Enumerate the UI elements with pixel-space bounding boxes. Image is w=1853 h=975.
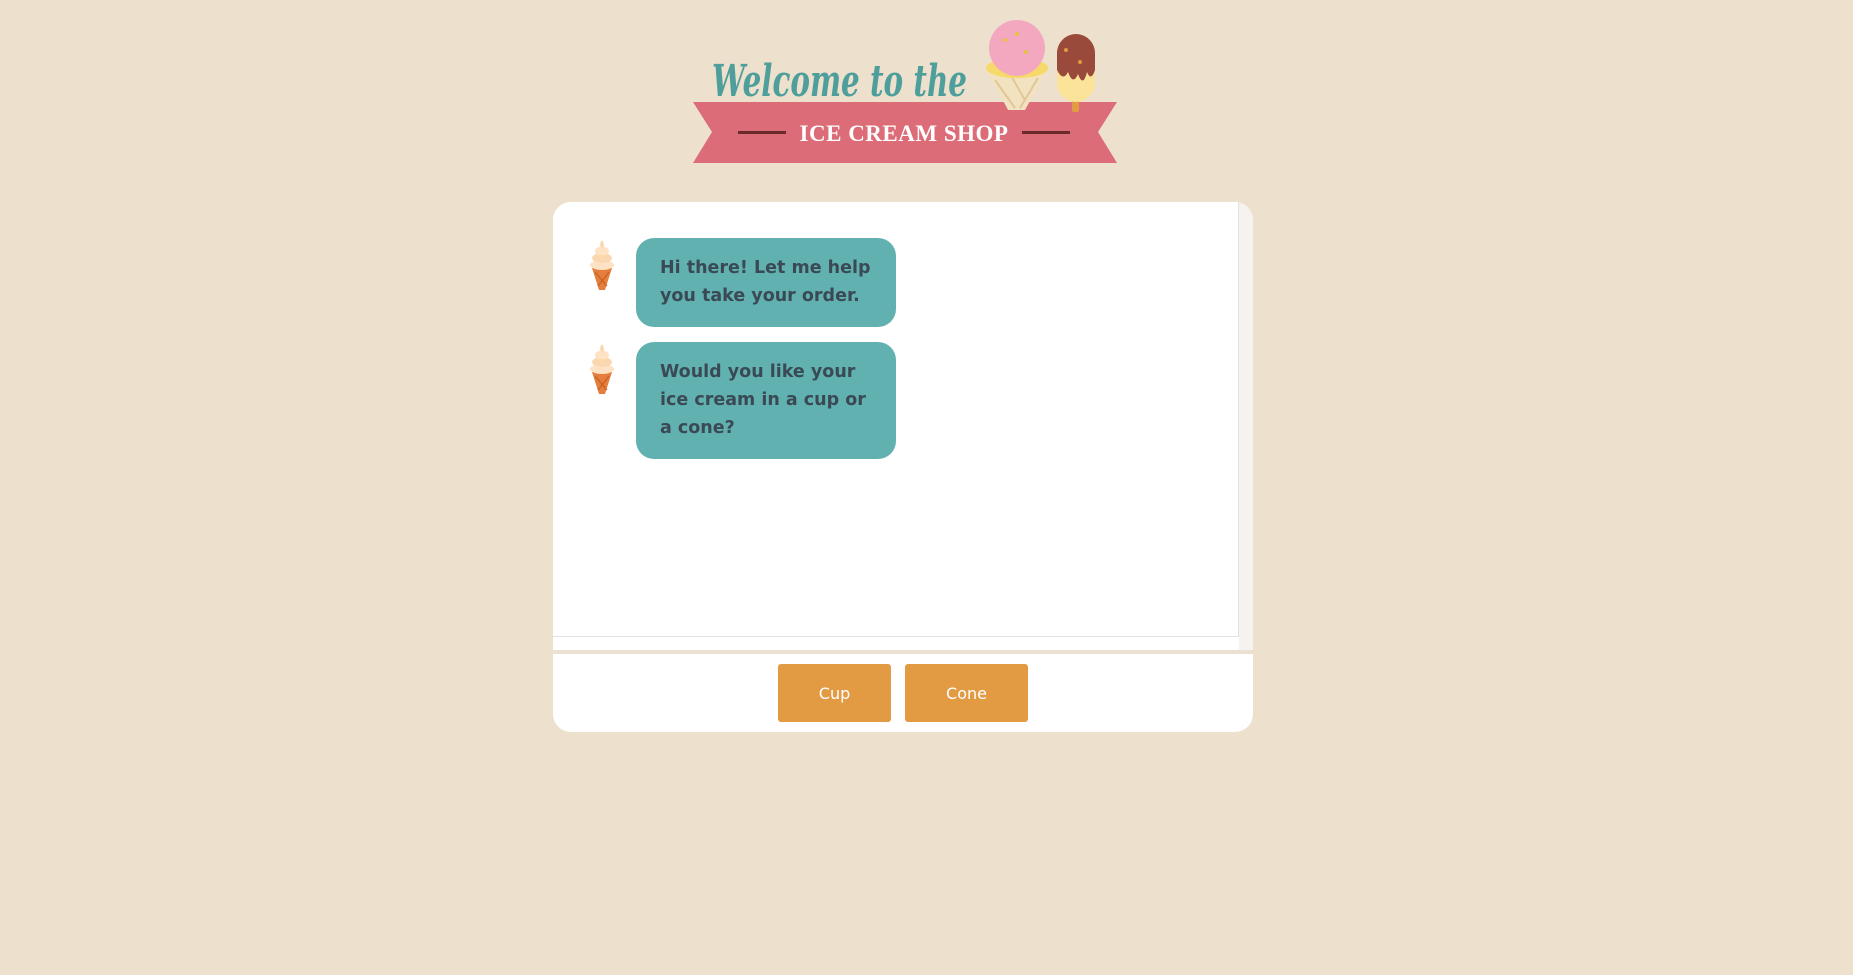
popsicle-icon <box>1057 34 1095 112</box>
soft-serve-cone-icon <box>590 344 614 394</box>
chat-scrollbar[interactable] <box>1239 202 1253 650</box>
shop-header: ICE CREAM SHOP Welcome to the <box>690 10 1120 170</box>
bot-message: Hi there! Let me help you take your orde… <box>585 238 896 327</box>
chat-window: Hi there! Let me help you take your orde… <box>553 202 1253 732</box>
cup-button[interactable]: Cup <box>778 664 891 722</box>
soft-serve-cone-icon <box>590 240 614 290</box>
divider <box>553 650 1253 654</box>
cone-button[interactable]: Cone <box>905 664 1028 722</box>
banner-title: ICE CREAM SHOP <box>800 121 1009 146</box>
message-list[interactable]: Hi there! Let me help you take your orde… <box>553 202 1239 637</box>
message-bubble: Hi there! Let me help you take your orde… <box>636 238 896 327</box>
quick-reply-bar: Cup Cone <box>553 664 1253 722</box>
bot-message: Would you like your ice cream in a cup o… <box>585 342 896 459</box>
message-bubble: Would you like your ice cream in a cup o… <box>636 342 896 459</box>
ice-cream-cone-icon <box>986 20 1048 110</box>
header-graphic: ICE CREAM SHOP Welcome to the <box>693 20 1117 163</box>
welcome-title: Welcome to the <box>712 56 967 107</box>
